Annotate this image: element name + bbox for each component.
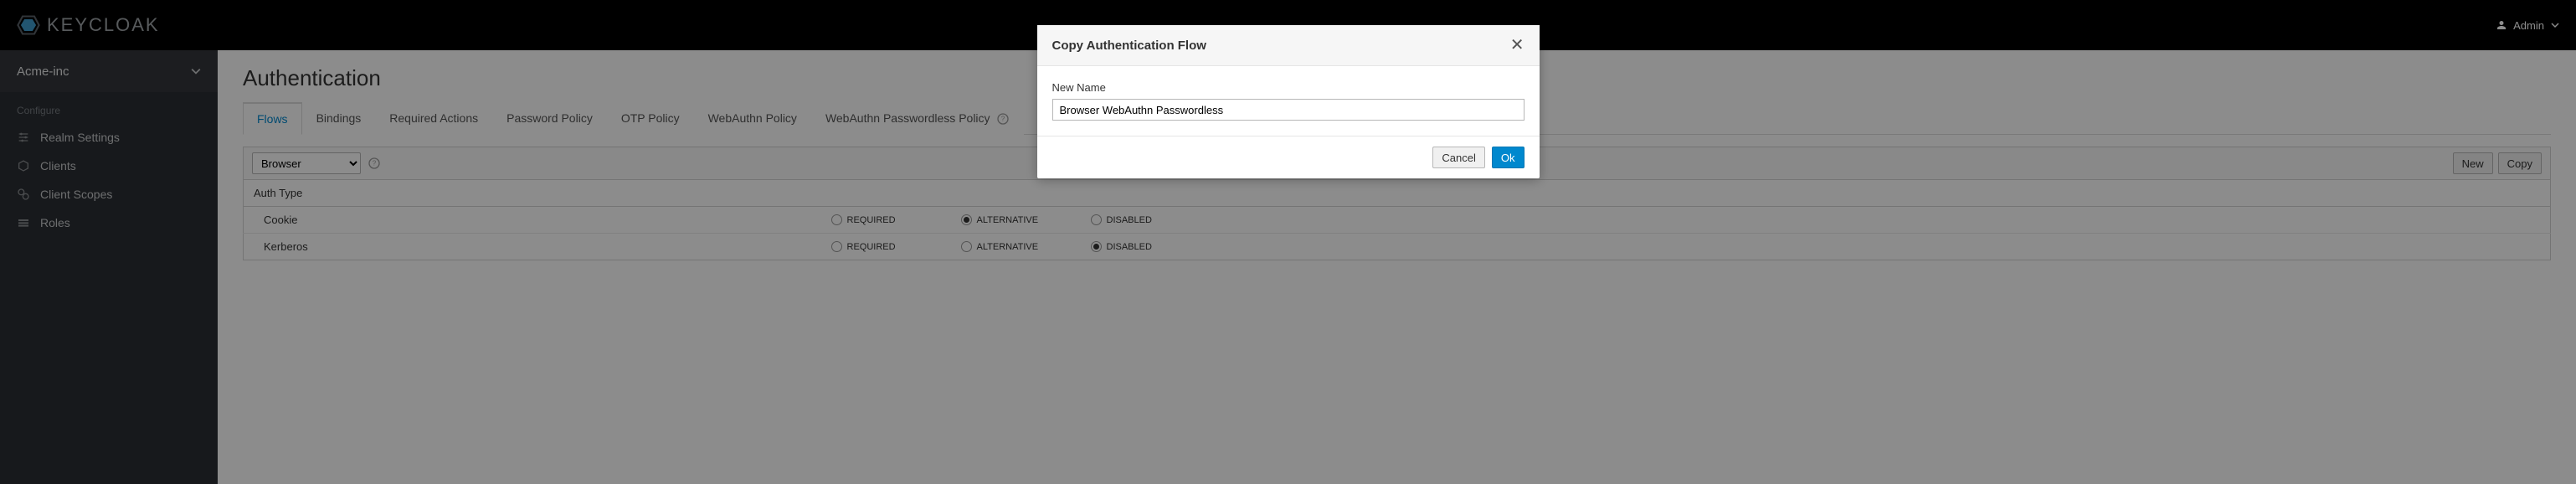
- cancel-button[interactable]: Cancel: [1432, 147, 1484, 168]
- modal-body: New Name: [1037, 66, 1540, 136]
- new-name-label: New Name: [1052, 81, 1525, 94]
- modal-backdrop[interactable]: Copy Authentication Flow ✕ New Name Canc…: [0, 0, 2576, 484]
- ok-button[interactable]: Ok: [1492, 147, 1525, 168]
- modal-footer: Cancel Ok: [1037, 136, 1540, 178]
- modal-header: Copy Authentication Flow ✕: [1037, 25, 1540, 66]
- modal-title: Copy Authentication Flow: [1052, 39, 1206, 53]
- close-icon[interactable]: ✕: [1510, 37, 1525, 54]
- copy-flow-modal: Copy Authentication Flow ✕ New Name Canc…: [1037, 25, 1540, 178]
- new-name-input[interactable]: [1052, 99, 1525, 121]
